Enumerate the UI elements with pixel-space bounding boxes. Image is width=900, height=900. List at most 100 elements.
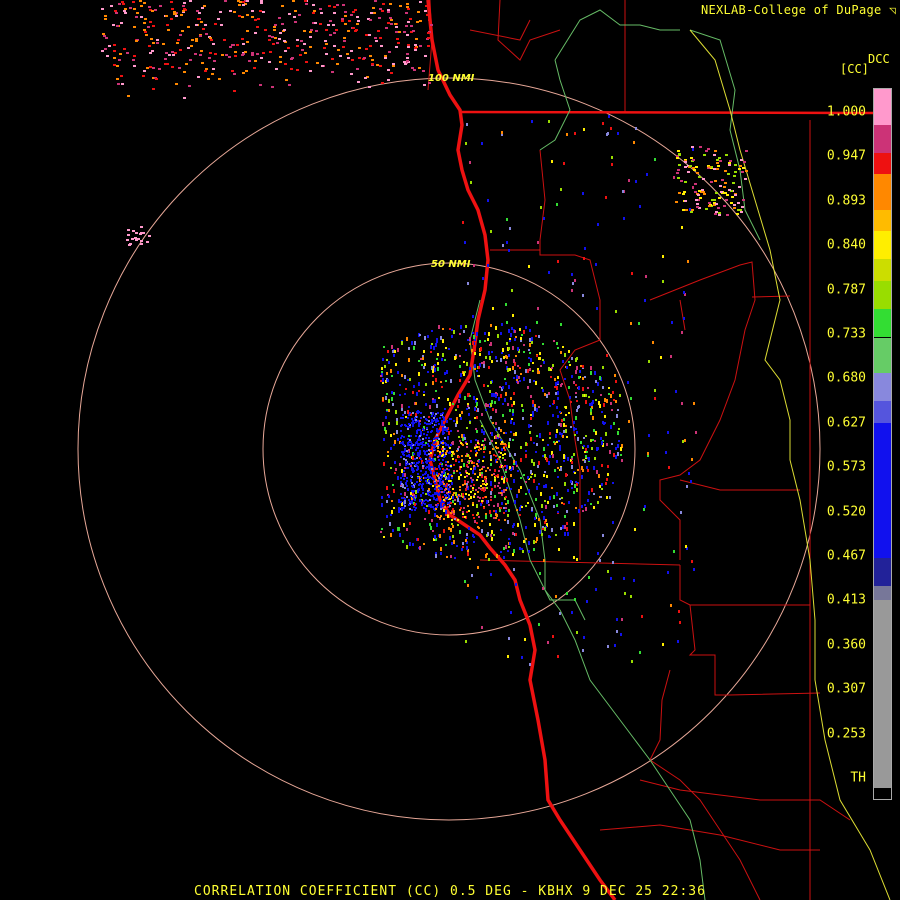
echo-pixel (490, 514, 492, 517)
echo-pixel (434, 513, 436, 517)
echo-pixel (537, 465, 539, 468)
echo-pixel (403, 470, 405, 472)
credit-label: NEXLAB-College of DuPage (700, 3, 882, 17)
echo-pixel (575, 428, 577, 430)
echo-pixel (665, 451, 667, 454)
echo-pixel (678, 610, 680, 613)
echo-pixel (179, 49, 182, 51)
echo-pixel (391, 345, 393, 349)
echo-pixel (124, 12, 127, 14)
echo-pixel (327, 24, 330, 26)
echo-pixel (143, 22, 146, 24)
echo-pixel (701, 189, 704, 191)
echo-pixel (547, 421, 549, 425)
echo-pixel (437, 441, 439, 445)
echo-pixel (573, 491, 575, 494)
echo-pixel (395, 363, 397, 366)
echo-pixel (536, 321, 538, 324)
echo-pixel (582, 394, 584, 397)
echo-pixel (475, 439, 477, 441)
echo-pixel (443, 485, 445, 487)
echo-pixel (509, 227, 511, 230)
echo-pixel (408, 454, 410, 456)
echo-pixel (541, 533, 543, 536)
echo-pixel (145, 34, 148, 36)
echo-pixel (505, 382, 507, 385)
echo-pixel (428, 480, 430, 482)
echo-pixel (495, 428, 497, 431)
echo-pixel (520, 477, 522, 479)
echo-pixel (251, 16, 254, 18)
echo-pixel (533, 540, 535, 544)
echo-pixel (566, 522, 568, 525)
echo-pixel (419, 435, 421, 437)
echo-pixel (698, 176, 701, 178)
echo-pixel (437, 480, 439, 482)
echo-pixel (542, 343, 544, 345)
echo-pixel (481, 626, 483, 629)
echo-pixel (476, 514, 478, 516)
echo-pixel (648, 360, 650, 363)
echo-pixel (358, 47, 361, 49)
echo-pixel (478, 516, 480, 518)
echo-pixel (187, 47, 190, 49)
echo-pixel (517, 347, 519, 351)
echo-pixel (509, 409, 511, 412)
echo-pixel (597, 223, 599, 226)
echo-pixel (182, 10, 185, 12)
echo-pixel (600, 437, 602, 440)
echo-pixel (673, 176, 675, 179)
echo-pixel (395, 46, 398, 48)
echo-pixel (203, 5, 206, 7)
echo-pixel (460, 373, 462, 377)
echo-pixel (470, 485, 472, 487)
echo-pixel (409, 542, 411, 546)
echo-pixel (444, 489, 446, 491)
echo-pixel (386, 515, 388, 518)
echo-pixel (418, 372, 420, 376)
echo-pixel (487, 199, 489, 202)
echo-pixel (336, 4, 339, 6)
echo-pixel (143, 29, 146, 31)
echo-pixel (166, 24, 169, 26)
echo-pixel (414, 417, 416, 419)
echo-pixel (485, 484, 487, 486)
echo-pixel (708, 202, 711, 204)
echo-pixel (396, 430, 398, 434)
echo-pixel (693, 402, 695, 405)
echo-pixel (271, 86, 274, 88)
echo-pixel (511, 289, 513, 292)
echo-pixel (183, 71, 186, 73)
echo-pixel (718, 197, 721, 199)
echo-pixel (333, 12, 336, 14)
echo-pixel (583, 636, 585, 639)
echo-pixel (394, 440, 396, 444)
echo-pixel (281, 23, 284, 25)
echo-pixel (609, 496, 611, 499)
echo-pixel (539, 530, 541, 534)
echo-pixel (428, 449, 430, 451)
echo-pixel (329, 34, 332, 36)
echo-pixel (436, 428, 438, 430)
echo-pixel (387, 9, 390, 11)
echo-pixel (457, 498, 459, 502)
echo-pixel (437, 412, 439, 414)
echo-pixel (516, 494, 518, 498)
echo-pixel (495, 442, 497, 444)
echo-pixel (679, 621, 681, 624)
echo-pixel (279, 61, 282, 63)
echo-pixel (475, 489, 477, 491)
echo-pixel (421, 504, 423, 506)
echo-pixel (408, 499, 410, 501)
echo-pixel (459, 414, 461, 417)
echo-pixel (426, 466, 428, 468)
echo-pixel (481, 444, 483, 446)
echo-pixel (422, 474, 424, 476)
echo-pixel (499, 466, 501, 468)
echo-pixel (408, 414, 410, 416)
echo-pixel (406, 496, 408, 498)
echo-pixel (744, 178, 747, 180)
echo-pixel (450, 465, 452, 467)
echo-pixel (530, 358, 532, 362)
echo-pixel (404, 411, 406, 414)
